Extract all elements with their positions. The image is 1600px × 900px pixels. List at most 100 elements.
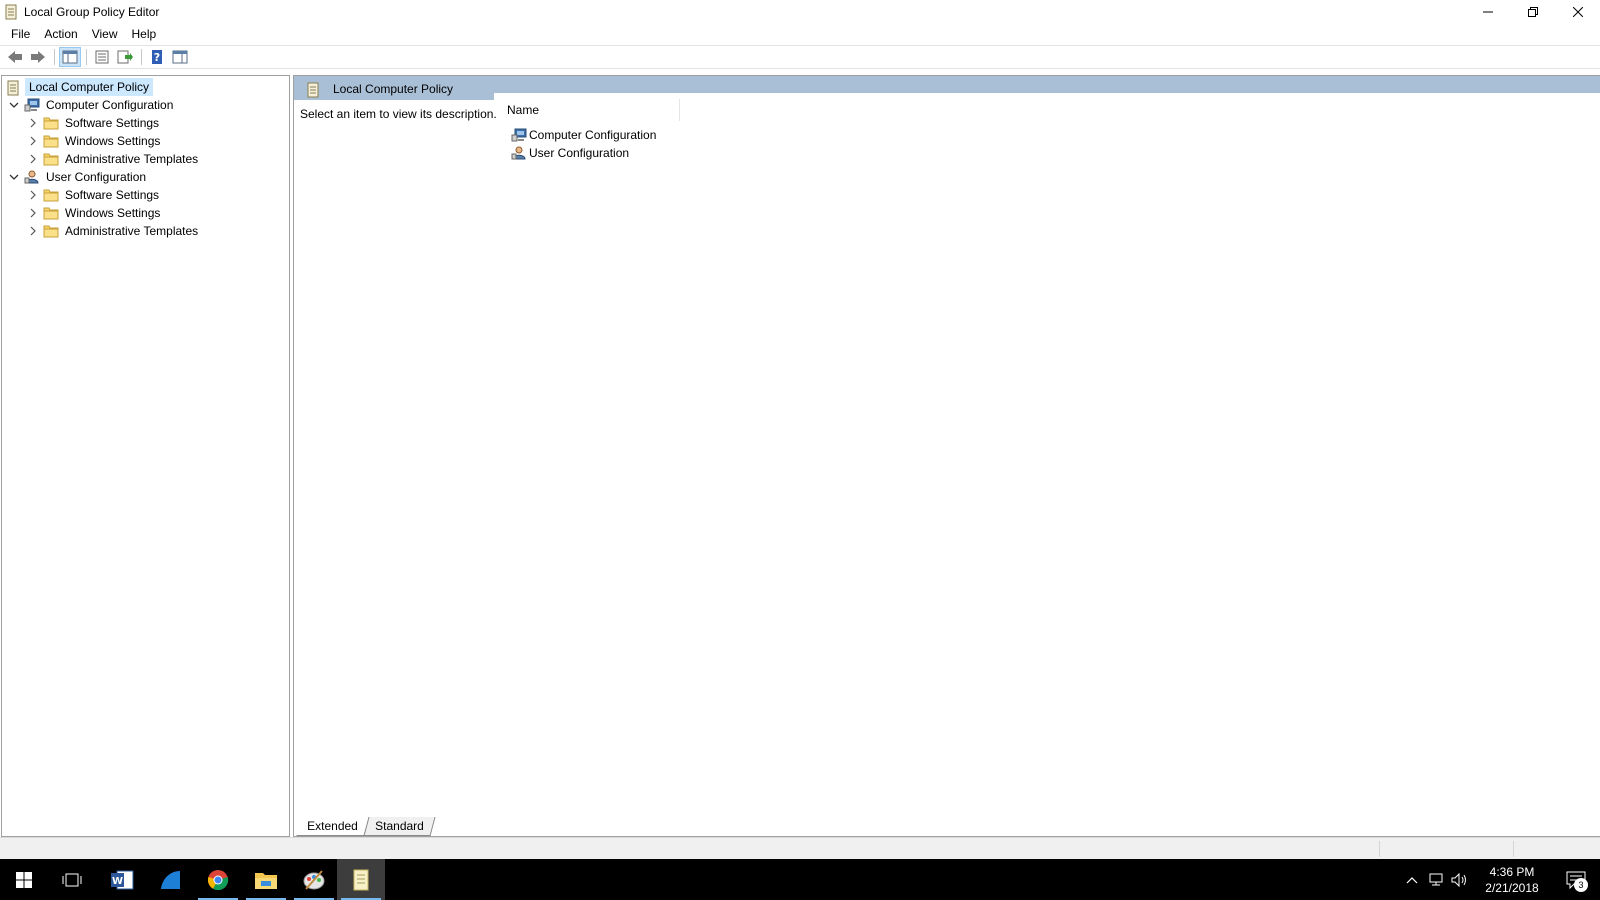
status-separator — [1379, 841, 1380, 857]
file-explorer-icon — [255, 872, 277, 889]
folder-icon — [43, 206, 59, 220]
console-tree: Local Computer Policy Computer Configura… — [1, 75, 290, 837]
tree-item-label: Computer Configuration — [46, 98, 174, 112]
tab-standard[interactable]: Standard — [363, 817, 435, 836]
taskbar-edge[interactable] — [146, 859, 194, 900]
properties-icon[interactable] — [91, 47, 113, 67]
chevron-right-icon[interactable] — [27, 189, 39, 201]
window-title: Local Group Policy Editor — [24, 5, 160, 19]
view-tabs: Extended Standard — [293, 816, 435, 836]
list-item-computer-configuration[interactable]: Computer Configuration — [511, 126, 656, 144]
chevron-right-icon[interactable] — [27, 135, 39, 147]
computer-icon — [24, 98, 40, 112]
details-pane: Local Computer Policy Select an item to … — [293, 75, 1600, 837]
task-view-icon — [62, 873, 82, 886]
action-center-button[interactable]: 3 — [1552, 859, 1600, 900]
tree-item-label: User Configuration — [46, 170, 147, 184]
export-list-icon[interactable] — [114, 47, 136, 67]
tree-item-label: Windows Settings — [65, 134, 161, 148]
chevron-right-icon[interactable] — [27, 225, 39, 237]
details-header: Local Computer Policy — [294, 78, 494, 100]
taskbar-chrome[interactable] — [194, 859, 242, 900]
tab-extended-label: Extended — [307, 819, 358, 833]
chevron-right-icon[interactable] — [27, 153, 39, 165]
tree-item-user-windows-settings[interactable]: Windows Settings — [27, 204, 163, 222]
tree-item-label: Local Computer Policy — [25, 78, 154, 96]
user-icon — [24, 170, 40, 184]
menu-file[interactable]: File — [4, 24, 37, 44]
tree-item-label: Software Settings — [65, 188, 160, 202]
taskbar-paint[interactable] — [290, 859, 338, 900]
list-item-label: Computer Configuration — [529, 128, 657, 142]
tree-item-label: Administrative Templates — [65, 152, 199, 166]
show-hide-action-pane-icon[interactable] — [169, 47, 191, 67]
paint-icon — [303, 869, 325, 890]
menu-action[interactable]: Action — [37, 24, 84, 44]
tree-item-label: Administrative Templates — [65, 224, 199, 238]
close-button[interactable] — [1555, 0, 1600, 24]
menu-bar: File Action View Help — [0, 24, 1600, 44]
minimize-button[interactable] — [1465, 0, 1510, 24]
start-icon — [16, 871, 32, 888]
chevron-down-icon[interactable] — [8, 171, 20, 183]
chevron-down-icon[interactable] — [8, 99, 20, 111]
tree-item-user-software-settings[interactable]: Software Settings — [27, 186, 162, 204]
chrome-icon — [207, 869, 229, 890]
back-arrow-icon[interactable] — [4, 47, 26, 67]
word-icon: W — [111, 870, 134, 889]
tree-item-computer-software-settings[interactable]: Software Settings — [27, 114, 162, 132]
notification-count-badge: 3 — [1574, 878, 1588, 892]
forward-arrow-icon[interactable] — [27, 47, 49, 67]
status-bar — [0, 837, 1600, 859]
status-separator — [1513, 841, 1514, 857]
window-controls — [1465, 0, 1600, 24]
clock[interactable]: 4:36 PM 2/21/2018 — [1472, 864, 1552, 896]
show-hide-console-tree-icon[interactable] — [59, 47, 81, 67]
chevron-right-icon[interactable] — [27, 117, 39, 129]
toolbar-separator — [54, 49, 55, 65]
chevron-up-icon — [1406, 876, 1418, 883]
policy-editor-icon — [4, 4, 18, 20]
tree-item-label: Software Settings — [65, 116, 160, 130]
clock-time: 4:36 PM — [1489, 864, 1535, 879]
restore-button[interactable] — [1510, 0, 1555, 24]
toolbar: ? — [0, 45, 1600, 69]
tab-extended[interactable]: Extended — [296, 817, 370, 836]
tree-item-user-configuration[interactable]: User Configuration — [8, 168, 149, 186]
policy-document-icon — [306, 82, 322, 98]
folder-icon — [43, 116, 59, 130]
tree-item-computer-configuration[interactable]: Computer Configuration — [8, 96, 176, 114]
tree-item-local-computer-policy[interactable]: Local Computer Policy — [6, 78, 154, 96]
list-item-user-configuration[interactable]: User Configuration — [511, 144, 629, 162]
taskbar-policy-editor[interactable] — [337, 859, 385, 900]
svg-text:W: W — [112, 876, 123, 887]
name-column-header[interactable]: Name — [505, 99, 680, 121]
tree-item-user-administrative-templates[interactable]: Administrative Templates — [27, 222, 201, 240]
menu-view[interactable]: View — [85, 24, 125, 44]
description-text: Select an item to view its description. — [300, 107, 497, 121]
task-view-button[interactable] — [48, 859, 96, 900]
toolbar-separator — [86, 49, 87, 65]
svg-text:?: ? — [154, 51, 160, 64]
network-icon[interactable] — [1424, 859, 1448, 900]
folder-icon — [43, 188, 59, 202]
tree-item-computer-administrative-templates[interactable]: Administrative Templates — [27, 150, 201, 168]
tree-item-computer-windows-settings[interactable]: Windows Settings — [27, 132, 163, 150]
computer-icon — [511, 128, 527, 142]
folder-icon — [43, 152, 59, 166]
taskbar-file-explorer[interactable] — [242, 859, 290, 900]
menu-help[interactable]: Help — [125, 24, 164, 44]
user-icon — [511, 146, 527, 160]
taskbar-word[interactable]: W — [98, 859, 146, 900]
policy-document-icon — [6, 80, 22, 96]
toolbar-separator — [141, 49, 142, 65]
show-hidden-icons-button[interactable] — [1400, 859, 1424, 900]
volume-icon[interactable] — [1448, 859, 1472, 900]
folder-icon — [43, 134, 59, 148]
help-icon[interactable]: ? — [146, 47, 168, 67]
taskbar: W 4:36 PM 2/21/2018 3 — [0, 859, 1600, 900]
start-button[interactable] — [0, 859, 48, 900]
policy-editor-icon — [353, 869, 369, 890]
clock-date: 2/21/2018 — [1485, 880, 1539, 895]
chevron-right-icon[interactable] — [27, 207, 39, 219]
